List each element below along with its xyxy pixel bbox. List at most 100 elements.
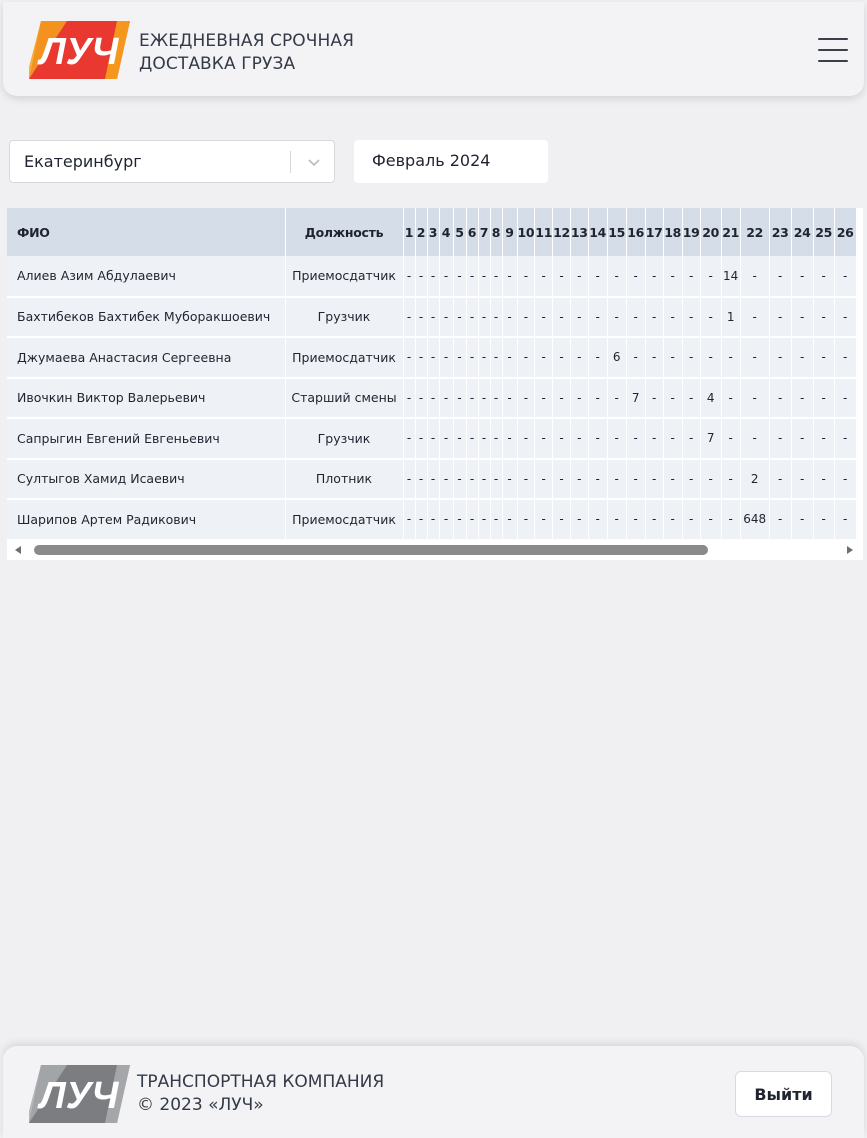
employee-position-cell: Приемосдатчик [285,337,404,379]
day-value-cell: - [700,256,722,298]
table-row[interactable]: Алиев Азим Абдулаевич Приемосдатчик - - - - - -… [7,256,857,298]
day-value-cell: - [403,256,416,298]
column-header-day: 17 [645,208,664,256]
day-value-cell: - [740,296,770,338]
day-value-cell: - [502,256,518,298]
logout-button[interactable]: Выйти [735,1071,832,1117]
column-header-day: 13 [570,208,589,256]
day-value-cell: - [466,418,479,460]
day-value-cell: - [721,337,741,379]
day-value-cell: - [517,458,536,500]
column-header-day: 10 [517,208,536,256]
day-value-cell: - [700,499,722,541]
day-value-cell: - [466,377,479,419]
schedule-table-container[interactable]: ФИО Должность 1 2 3 4 5 6 7 8 9 10 11 12 13 14 15 16 17 1… [7,208,863,560]
company-logo[interactable]: ЛУЧ [27,19,131,81]
day-value-cell: - [478,337,491,379]
table-row[interactable]: Джумаева Анастасия Сергеевна Приемосдатчи… [7,337,857,379]
day-value-cell: - [834,458,857,500]
day-value-cell: - [490,377,503,419]
day-value-cell: - [740,377,770,419]
column-header-day: 4 [439,208,454,256]
scrollbar-thumb[interactable] [34,545,708,555]
day-value-cell: - [534,418,554,460]
day-value-cell: - [813,296,835,338]
day-value-cell: - [478,418,491,460]
day-value-cell: - [834,337,857,379]
day-value-cell: - [791,377,814,419]
day-value-cell: - [552,377,571,419]
day-value-cell: - [502,458,518,500]
day-value-cell: - [534,377,554,419]
employee-position-cell: Грузчик [285,418,404,460]
day-value-cell: - [427,337,440,379]
header-title-line2: ДОСТАВКА ГРУЗА [139,54,296,74]
day-value-cell: 2 [740,458,770,500]
day-value-cell: - [663,377,683,419]
day-value-cell: - [645,458,664,500]
day-value-cell: - [682,377,701,419]
day-value-cell: - [502,296,518,338]
day-value-cell: - [588,296,608,338]
hamburger-menu-icon[interactable] [818,37,848,64]
day-value-cell: - [834,499,857,541]
employee-name-cell: Бахтибеков Бахтибек Муборакшоевич [7,296,286,338]
table-row[interactable]: Бахтибеков Бахтибек Муборакшоевич Грузчик… [7,296,857,338]
header-title-line1: ЕЖЕДНЕВНАЯ СРОЧНАЯ [139,31,355,51]
day-value-cell: - [490,337,503,379]
day-value-cell: - [502,377,518,419]
day-value-cell: - [517,337,536,379]
day-value-cell: 14 [721,256,741,298]
day-value-cell: - [517,377,536,419]
day-value-cell: - [588,377,608,419]
column-header-day: 23 [769,208,792,256]
column-header-name[interactable]: ФИО [7,208,286,256]
day-value-cell: - [626,418,646,460]
chevron-down-icon[interactable] [305,153,323,171]
day-value-cell: - [607,296,627,338]
table-horizontal-scrollbar[interactable] [7,541,863,559]
site-footer: ЛУЧ ТРАНСПОРТНАЯ КОМПАНИЯ © 2023 «ЛУЧ» В… [3,1046,864,1138]
day-value-cell: - [453,418,467,460]
table-row[interactable]: Ивочкин Виктор Валерьевич Старший смены - -… [7,377,857,419]
day-value-cell: - [700,296,722,338]
day-value-cell: - [740,337,770,379]
day-value-cell: - [791,296,814,338]
day-value-cell: - [645,296,664,338]
day-value-cell: - [588,256,608,298]
column-header-day: 3 [427,208,440,256]
header-title: ЕЖЕДНЕВНАЯ СРОЧНАЯ ДОСТАВКА ГРУЗА [139,30,354,76]
day-value-cell: - [478,256,491,298]
schedule-table: ФИО Должность 1 2 3 4 5 6 7 8 9 10 11 12 13 14 15 16 17 1… [7,208,857,541]
day-value-cell: - [834,377,857,419]
day-value-cell: - [534,256,554,298]
table-row[interactable]: Султыгов Хамид Исаевич Плотник - - - - - - - - - - -… [7,458,857,500]
column-header-day: 24 [791,208,814,256]
day-value-cell: - [682,458,701,500]
employee-name-cell: Ивочкин Виктор Валерьевич [7,377,286,419]
scroll-left-arrow-icon[interactable] [15,546,21,554]
column-header-position[interactable]: Должность [285,208,404,256]
day-value-cell: - [415,418,428,460]
day-value-cell: - [769,499,792,541]
day-value-cell: - [645,499,664,541]
day-value-cell: - [834,256,857,298]
day-value-cell: - [588,499,608,541]
table-row[interactable]: Сапрыгин Евгений Евгеньевич Грузчик - - - - - -… [7,418,857,460]
table-header-row: ФИО Должность 1 2 3 4 5 6 7 8 9 10 11 12 13 14 15 16 17 1… [7,208,857,256]
day-value-cell: - [813,499,835,541]
month-picker[interactable]: Февраль 2024 [354,140,548,183]
day-value-cell: - [466,337,479,379]
day-value-cell: - [453,458,467,500]
day-value-cell: - [626,458,646,500]
column-header-day: 11 [534,208,554,256]
city-select[interactable]: Екатеринбург [9,140,335,183]
day-value-cell: - [517,499,536,541]
table-row[interactable]: Шарипов Артем Радикович Приемосдатчик - - - -… [7,499,857,541]
day-value-cell: - [490,296,503,338]
day-value-cell: - [813,377,835,419]
day-value-cell: 7 [700,418,722,460]
scroll-right-arrow-icon[interactable] [847,546,853,554]
day-value-cell: - [769,377,792,419]
day-value-cell: - [439,296,454,338]
